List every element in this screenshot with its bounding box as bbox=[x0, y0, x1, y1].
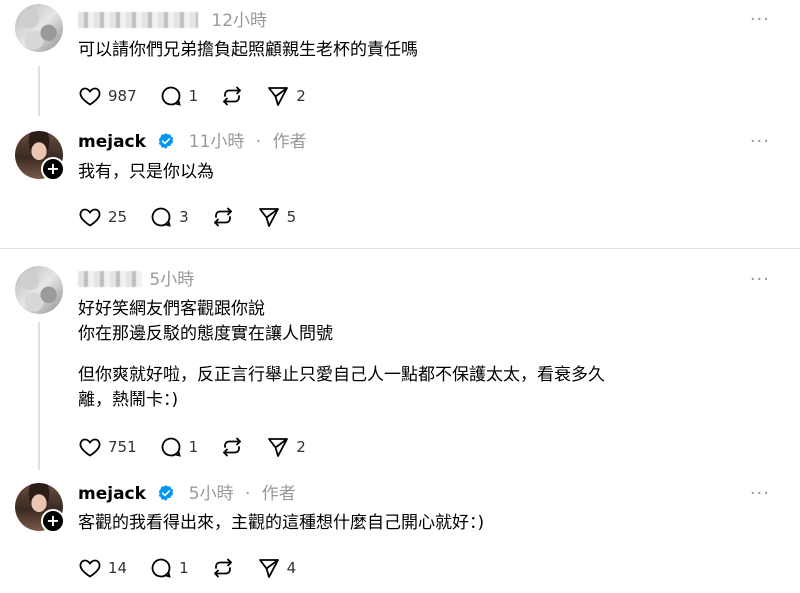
like-count: 751 bbox=[108, 438, 137, 456]
like-button[interactable]: 751 bbox=[78, 435, 137, 459]
post-text: 客觀的我看得出來，主觀的這種想什麼自己開心就好：) bbox=[78, 511, 484, 536]
timestamp: 12小時 bbox=[211, 11, 268, 31]
reply-count: 3 bbox=[179, 208, 189, 226]
share-count: 2 bbox=[296, 87, 306, 105]
heart-icon bbox=[79, 208, 101, 227]
post-text: 可以請你們兄弟擔負起照顧親生老杯的責任嗎 bbox=[78, 38, 418, 63]
more-options-icon[interactable]: ··· bbox=[750, 131, 770, 152]
verified-badge-icon bbox=[159, 485, 174, 501]
repost-button[interactable] bbox=[220, 84, 244, 108]
more-options-icon[interactable]: ··· bbox=[750, 9, 770, 30]
blurred-username[interactable] bbox=[78, 12, 198, 28]
separator-dot: · bbox=[244, 484, 251, 504]
username[interactable]: mejack bbox=[78, 132, 146, 152]
more-options-icon[interactable]: ··· bbox=[750, 483, 770, 504]
repost-button[interactable] bbox=[211, 205, 235, 229]
share-count: 5 bbox=[286, 208, 297, 226]
follow-plus-icon[interactable]: + bbox=[41, 157, 65, 181]
share-count: 4 bbox=[286, 559, 297, 577]
repost-button[interactable] bbox=[220, 435, 244, 459]
repost-button[interactable] bbox=[211, 556, 235, 580]
reply-count: 1 bbox=[188, 87, 199, 105]
heart-icon bbox=[79, 438, 101, 457]
post-text: 我有，只是你以為 bbox=[78, 160, 214, 185]
like-button[interactable]: 14 bbox=[78, 556, 127, 580]
post-text-line bbox=[78, 347, 605, 363]
repost-icon bbox=[223, 86, 242, 106]
reply-button[interactable]: 3 bbox=[149, 205, 189, 229]
heart-icon bbox=[79, 87, 101, 106]
more-options-icon[interactable]: ··· bbox=[750, 269, 770, 290]
reply-count: 1 bbox=[188, 438, 199, 456]
share-button[interactable]: 2 bbox=[266, 84, 306, 108]
author-label: 作者 bbox=[261, 484, 296, 504]
share-count: 2 bbox=[296, 438, 306, 456]
thread-line bbox=[38, 322, 40, 470]
blurred-username[interactable] bbox=[78, 271, 142, 287]
share-button[interactable]: 2 bbox=[266, 435, 306, 459]
reply-button[interactable]: 1 bbox=[159, 84, 199, 108]
thread-divider bbox=[0, 248, 800, 249]
reply-count: 1 bbox=[179, 559, 189, 577]
follow-plus-icon[interactable]: + bbox=[41, 509, 65, 533]
username[interactable]: mejack bbox=[78, 484, 146, 504]
post-header: mejack 5小時 · 作者 bbox=[78, 483, 296, 505]
post-header: 5小時 bbox=[78, 269, 194, 291]
reply-button[interactable]: 1 bbox=[149, 556, 189, 580]
reply-button[interactable]: 1 bbox=[159, 435, 199, 459]
heart-icon bbox=[79, 559, 101, 578]
post-text-line: 可以請你們兄弟擔負起照顧親生老杯的責任嗎 bbox=[78, 40, 418, 60]
timestamp: 5小時 bbox=[149, 270, 195, 290]
repost-icon bbox=[213, 558, 232, 578]
like-count: 25 bbox=[108, 208, 128, 226]
separator-dot: · bbox=[255, 132, 262, 152]
timestamp: 5小時 bbox=[188, 484, 234, 504]
post-text-line: 但你爽就好啦，反正言行舉止只愛自己人一點都不保護太太，看衰多久 bbox=[78, 365, 605, 385]
send-icon bbox=[268, 438, 289, 457]
like-button[interactable]: 25 bbox=[78, 205, 127, 229]
avatar[interactable]: + bbox=[15, 483, 65, 533]
avatar[interactable]: + bbox=[15, 131, 65, 181]
post-text-line: 客觀的我看得出來，主觀的這種想什麼自己開心就好：) bbox=[78, 513, 485, 533]
action-bar: 987 1 2 bbox=[78, 84, 328, 108]
like-count: 14 bbox=[108, 559, 128, 577]
send-icon bbox=[258, 208, 279, 227]
timestamp: 11小時 bbox=[188, 132, 245, 152]
post-header: 12小時 bbox=[78, 10, 267, 32]
comment-icon bbox=[161, 86, 181, 106]
thread-line bbox=[38, 66, 40, 116]
repost-icon bbox=[213, 207, 232, 227]
repost-icon bbox=[223, 437, 242, 457]
share-button[interactable]: 5 bbox=[257, 205, 297, 229]
action-bar: 25 3 5 bbox=[78, 205, 318, 229]
verified-badge-icon bbox=[159, 133, 174, 149]
share-button[interactable]: 4 bbox=[257, 556, 297, 580]
author-label: 作者 bbox=[272, 132, 307, 152]
avatar[interactable] bbox=[15, 266, 63, 314]
post-text: 好好笑網友們客觀跟你說 你在那邊反駁的態度實在讓人問號 但你爽就好啦，反正言行舉… bbox=[78, 297, 605, 413]
post-text-line: 好好笑網友們客觀跟你說 bbox=[78, 299, 265, 319]
like-count: 987 bbox=[108, 87, 137, 105]
action-bar: 14 1 4 bbox=[78, 556, 318, 580]
post-text-line: 你在那邊反駁的態度實在讓人問號 bbox=[78, 324, 333, 344]
post-text-line: 我有，只是你以為 bbox=[78, 162, 214, 182]
comment-icon bbox=[161, 437, 181, 457]
action-bar: 751 1 2 bbox=[78, 435, 328, 459]
comment-icon bbox=[151, 207, 171, 227]
send-icon bbox=[268, 87, 289, 106]
send-icon bbox=[258, 559, 279, 578]
like-button[interactable]: 987 bbox=[78, 84, 137, 108]
post-text-line: 離，熱鬧卡：) bbox=[78, 390, 179, 410]
comment-icon bbox=[151, 558, 171, 578]
avatar[interactable] bbox=[15, 4, 63, 52]
post-header: mejack 11小時 · 作者 bbox=[78, 131, 307, 153]
